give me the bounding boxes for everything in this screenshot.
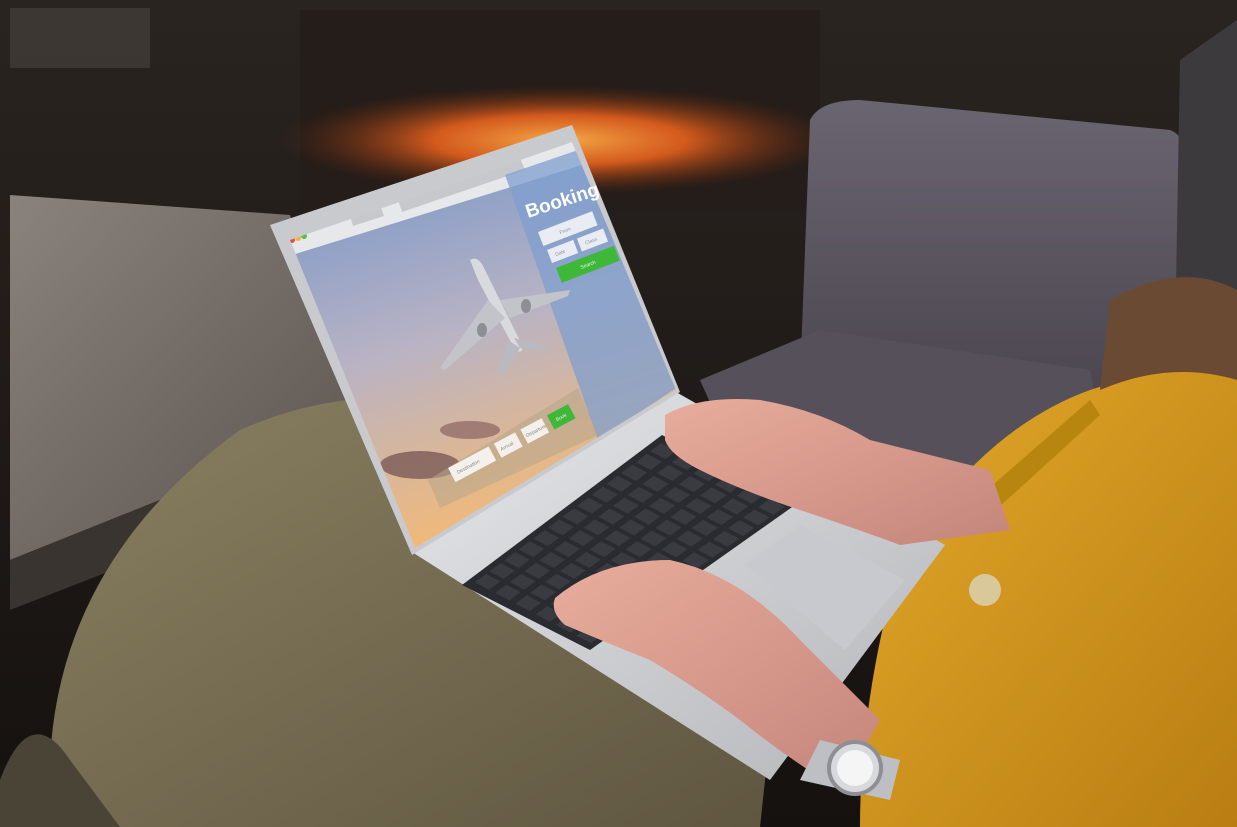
shirt-button-icon bbox=[969, 574, 1001, 606]
window-blur bbox=[10, 8, 150, 68]
watch-face bbox=[837, 750, 873, 786]
cloud bbox=[440, 421, 500, 439]
scene-canvas: Booking From Date Class Search Destinati… bbox=[0, 0, 1237, 827]
photo-scene: Booking From Date Class Search Destinati… bbox=[0, 0, 1237, 827]
